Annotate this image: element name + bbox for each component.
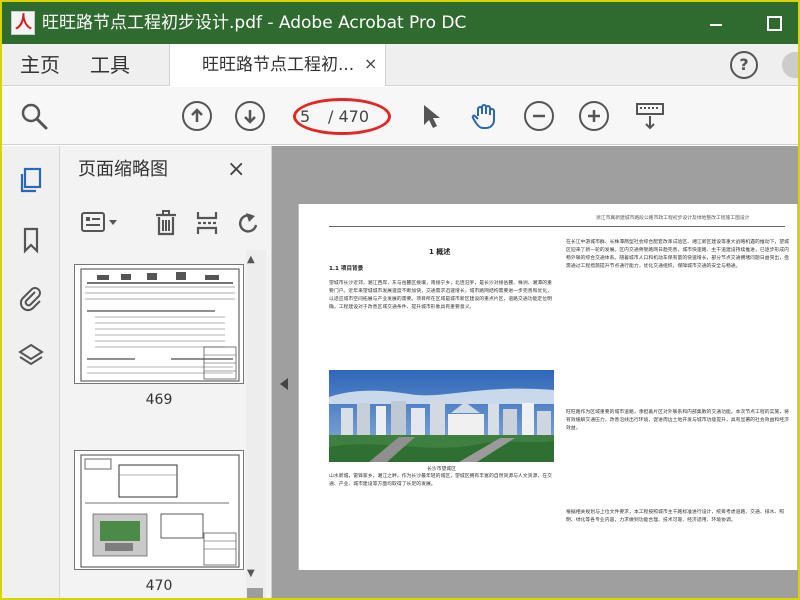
page-thumbnails-panel: 页面缩略图 × 469 470 ▲ ▼ xyxy=(60,146,272,598)
acrobat-window: 人 旺旺路节点工程初步设计.pdf - Adobe Acrobat Pro DC… xyxy=(0,0,800,600)
previous-page-icon[interactable] xyxy=(182,101,212,131)
thumbnail-page-469[interactable]: 469 xyxy=(74,264,244,408)
header-rule xyxy=(329,226,785,227)
thumbnail-page-number: 469 xyxy=(145,392,173,408)
close-tab-button[interactable]: × xyxy=(364,55,377,73)
tab-bar: 主页 工具 旺旺路节点工程初... × ? xyxy=(2,44,798,86)
thumbnail-options-icon[interactable] xyxy=(80,210,120,234)
zoom-out-icon[interactable] xyxy=(524,101,554,131)
search-zoom-icon[interactable] xyxy=(19,101,49,131)
thumbnail-page-number: 470 xyxy=(145,578,173,594)
select-pointer-icon[interactable] xyxy=(416,101,446,131)
scroll-up-icon[interactable]: ▲ xyxy=(247,254,255,265)
zoom-in-icon[interactable] xyxy=(579,101,609,131)
photo-caption: 长沙市望城区 xyxy=(427,467,456,472)
thumbnail-scrollbar[interactable]: ▲ ▼ xyxy=(246,250,266,598)
document-viewport[interactable]: 浙江市属新建城市路段公路市政工程初步设计及绿地整改工程施工图设计 1 概述 1.… xyxy=(272,146,798,598)
tab-home[interactable]: 主页 xyxy=(20,53,60,77)
undo-icon[interactable] xyxy=(234,209,262,237)
city-photo xyxy=(329,370,554,462)
subsection-title: 1.1 项目背景 xyxy=(329,266,364,272)
panel-title: 页面缩略图 xyxy=(78,159,168,180)
app-logo-text: 人 xyxy=(15,13,32,33)
scroll-thumb[interactable] xyxy=(247,588,263,598)
acrobat-app-logo: 人 xyxy=(11,11,35,35)
pages-icon[interactable] xyxy=(17,166,45,194)
panel-close-button[interactable]: × xyxy=(227,158,245,182)
maximize-button[interactable] xyxy=(759,11,787,35)
scroll-down-icon[interactable]: ▼ xyxy=(247,568,255,579)
main-toolbar: 5 / 470 xyxy=(2,87,798,145)
tab-tools[interactable]: 工具 xyxy=(90,53,130,77)
delete-icon[interactable] xyxy=(153,209,179,237)
left-paragraph-1: 望城市长沙近郊，湘江西岸，东与岳麓区接壤，南接宁乡，北连汨罗，是长沙对接岳麓、株… xyxy=(329,281,552,310)
help-icon[interactable]: ? xyxy=(730,51,758,79)
more-tools-icon[interactable] xyxy=(635,101,665,131)
navigation-rail xyxy=(2,146,60,598)
next-page-icon[interactable] xyxy=(235,101,265,131)
right-paragraph-2: 旺旺路作为区域重要的城市道路，承担着片区对外联系和内部集散的交通功能。本次节点工… xyxy=(566,410,789,431)
title-bar: 人 旺旺路节点工程初步设计.pdf - Adobe Acrobat Pro DC xyxy=(2,2,798,44)
left-paragraph-2: 山水新城，雷锋家乡，湘江之畔。作为长沙最年轻的城区，望城区拥有丰富的自然资源与人… xyxy=(329,474,552,487)
thumbnail-image xyxy=(74,264,244,384)
document-tab[interactable]: 旺旺路节点工程初... × xyxy=(169,44,386,86)
account-avatar[interactable] xyxy=(782,52,798,78)
insert-page-icon[interactable] xyxy=(194,209,220,237)
pdf-page: 浙江市属新建城市路段公路市政工程初步设计及绿地整改工程施工图设计 1 概述 1.… xyxy=(298,204,798,570)
window-title: 旺旺路节点工程初步设计.pdf - Adobe Acrobat Pro DC xyxy=(42,13,467,33)
collapse-panel-icon[interactable] xyxy=(280,378,288,390)
hand-tool-icon[interactable] xyxy=(469,101,499,131)
right-paragraph-1: 在长江中游城市群、长株潭两型社会综合配套改革试验区、湘江新区建设等重大战略机遇的… xyxy=(566,240,789,269)
section-title: 1 概述 xyxy=(429,248,451,256)
running-header: 浙江市属新建城市路段公路市政工程初步设计及绿地整改工程施工图设计 xyxy=(596,216,750,221)
right-paragraph-3: 根据相关规划与上位文件要求，本工程按照城市主干路标准进行设计，统筹考虑道路、交通… xyxy=(566,510,785,523)
document-tab-label: 旺旺路节点工程初... xyxy=(202,55,355,75)
bookmark-icon[interactable] xyxy=(17,226,45,254)
page-number-annotation xyxy=(293,98,391,135)
thumbnail-image xyxy=(74,450,244,570)
minimize-button[interactable] xyxy=(702,11,730,35)
thumbnail-list: 469 470 xyxy=(60,250,256,598)
attachment-icon[interactable] xyxy=(17,284,45,312)
layers-icon[interactable] xyxy=(17,342,45,370)
thumbnail-page-470[interactable]: 470 xyxy=(74,450,244,594)
thumbnail-toolbar xyxy=(60,204,271,242)
